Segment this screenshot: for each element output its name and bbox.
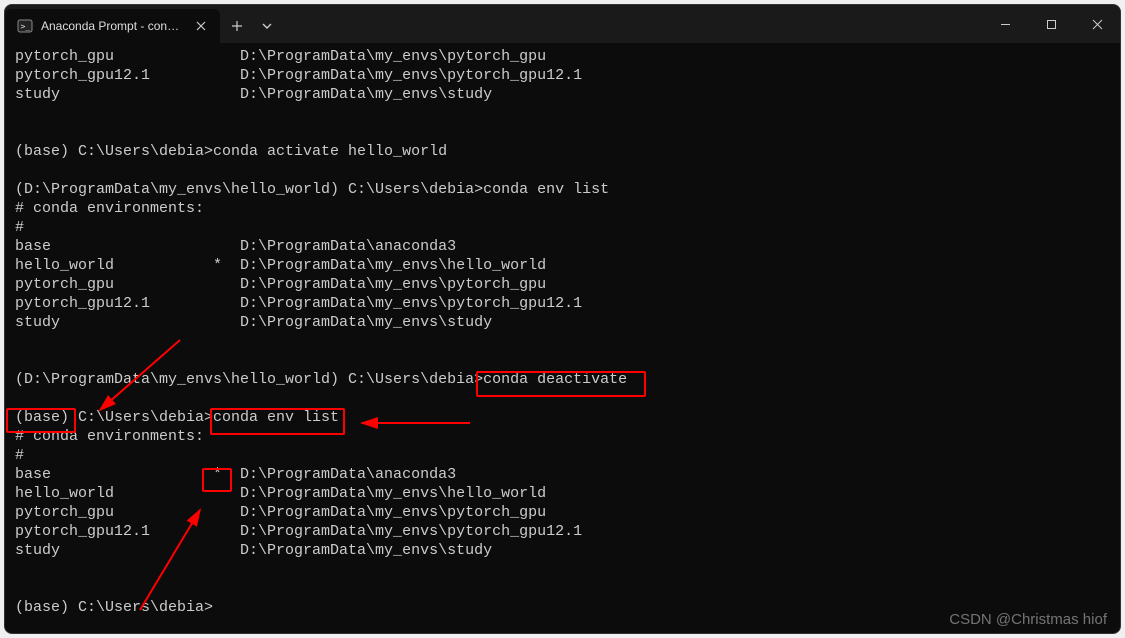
terminal-content[interactable]: pytorch_gpu D:\ProgramData\my_envs\pytor…: [5, 43, 1120, 633]
close-button[interactable]: [1074, 5, 1120, 43]
window-controls: [982, 5, 1120, 43]
terminal-line: pytorch_gpu12.1 D:\ProgramData\my_envs\p…: [15, 294, 1110, 313]
terminal-line: study D:\ProgramData\my_envs\study: [15, 313, 1110, 332]
terminal-line: (base) C:\Users\debia>conda env list: [15, 408, 1110, 427]
tab-title: Anaconda Prompt - conda de: [41, 19, 184, 33]
tab-dropdown-button[interactable]: [254, 9, 280, 43]
terminal-line: base D:\ProgramData\anaconda3: [15, 237, 1110, 256]
terminal-window: >_ Anaconda Prompt - conda de: [4, 4, 1121, 634]
terminal-line: [15, 332, 1110, 351]
terminal-line: [15, 560, 1110, 579]
new-tab-button[interactable]: [220, 9, 254, 43]
terminal-line: pytorch_gpu D:\ProgramData\my_envs\pytor…: [15, 47, 1110, 66]
terminal-line: [15, 104, 1110, 123]
terminal-line: (base) C:\Users\debia>: [15, 598, 1110, 617]
titlebar[interactable]: >_ Anaconda Prompt - conda de: [5, 5, 1120, 43]
terminal-line: #: [15, 446, 1110, 465]
terminal-line: #: [15, 218, 1110, 237]
terminal-line: # conda environments:: [15, 199, 1110, 218]
terminal-line: (D:\ProgramData\my_envs\hello_world) C:\…: [15, 370, 1110, 389]
terminal-line: (D:\ProgramData\my_envs\hello_world) C:\…: [15, 180, 1110, 199]
titlebar-drag-area[interactable]: [280, 5, 982, 43]
terminal-line: pytorch_gpu D:\ProgramData\my_envs\pytor…: [15, 503, 1110, 522]
terminal-icon: >_: [17, 18, 33, 34]
terminal-line: hello_world D:\ProgramData\my_envs\hello…: [15, 484, 1110, 503]
terminal-line: base * D:\ProgramData\anaconda3: [15, 465, 1110, 484]
terminal-line: [15, 123, 1110, 142]
terminal-line: [15, 161, 1110, 180]
close-tab-button[interactable]: [192, 17, 210, 35]
maximize-button[interactable]: [1028, 5, 1074, 43]
watermark: CSDN @Christmas hiof: [949, 611, 1107, 628]
terminal-line: pytorch_gpu12.1 D:\ProgramData\my_envs\p…: [15, 522, 1110, 541]
terminal-line: (base) C:\Users\debia>conda activate hel…: [15, 142, 1110, 161]
terminal-line: pytorch_gpu D:\ProgramData\my_envs\pytor…: [15, 275, 1110, 294]
terminal-line: study D:\ProgramData\my_envs\study: [15, 541, 1110, 560]
terminal-line: hello_world * D:\ProgramData\my_envs\hel…: [15, 256, 1110, 275]
terminal-line: pytorch_gpu12.1 D:\ProgramData\my_envs\p…: [15, 66, 1110, 85]
minimize-button[interactable]: [982, 5, 1028, 43]
svg-text:>_: >_: [21, 22, 31, 31]
terminal-line: [15, 351, 1110, 370]
terminal-line: # conda environments:: [15, 427, 1110, 446]
terminal-line: study D:\ProgramData\my_envs\study: [15, 85, 1110, 104]
terminal-line: [15, 389, 1110, 408]
terminal-line: [15, 579, 1110, 598]
active-tab[interactable]: >_ Anaconda Prompt - conda de: [5, 9, 220, 43]
